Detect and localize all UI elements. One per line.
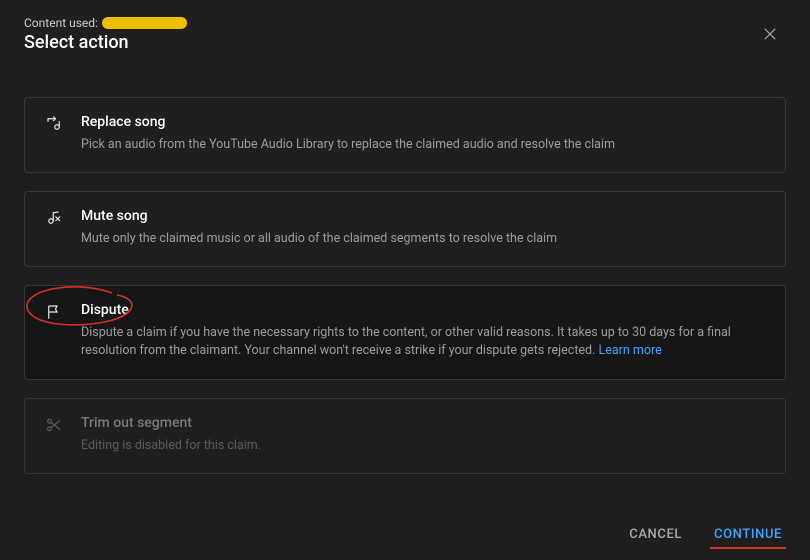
- content-used-line: Content used:: [24, 16, 786, 30]
- option-body: Mute song Mute only the claimed music or…: [81, 208, 765, 248]
- option-dispute[interactable]: Dispute Dispute a claim if you have the …: [24, 285, 786, 379]
- option-title: Mute song: [81, 208, 765, 224]
- option-desc: Mute only the claimed music or all audio…: [81, 230, 765, 248]
- scissors-icon: [45, 415, 65, 455]
- flag-icon: [45, 302, 65, 360]
- options-list: Replace song Pick an audio from the YouT…: [24, 97, 786, 474]
- select-action-dialog: Content used: Select action: [0, 0, 810, 560]
- hand-drawn-underline-mark: [710, 547, 786, 549]
- continue-label: CONTINUE: [714, 527, 782, 542]
- mute-icon: [45, 208, 65, 248]
- option-title: Dispute: [81, 302, 765, 318]
- replace-icon: [45, 114, 65, 154]
- option-replace-song[interactable]: Replace song Pick an audio from the YouT…: [24, 97, 786, 173]
- dialog-header: Content used: Select action: [24, 16, 786, 77]
- cancel-button[interactable]: CANCEL: [625, 521, 686, 548]
- option-body: Trim out segment Editing is disabled for…: [81, 415, 765, 455]
- option-body: Dispute Dispute a claim if you have the …: [81, 302, 765, 360]
- option-trim-segment: Trim out segment Editing is disabled for…: [24, 398, 786, 474]
- close-button[interactable]: [758, 24, 782, 48]
- learn-more-link[interactable]: Learn more: [599, 343, 662, 358]
- option-desc: Dispute a claim if you have the necessar…: [81, 324, 765, 360]
- option-desc: Pick an audio from the YouTube Audio Lib…: [81, 136, 765, 154]
- option-title: Trim out segment: [81, 415, 765, 431]
- continue-button[interactable]: CONTINUE: [710, 521, 786, 548]
- content-used-redacted: [102, 17, 187, 29]
- dialog-title: Select action: [24, 32, 786, 53]
- dialog-footer: CANCEL CONTINUE: [625, 521, 786, 548]
- option-mute-song[interactable]: Mute song Mute only the claimed music or…: [24, 191, 786, 267]
- option-desc: Editing is disabled for this claim.: [81, 437, 765, 455]
- content-used-label: Content used:: [24, 16, 98, 30]
- option-body: Replace song Pick an audio from the YouT…: [81, 114, 765, 154]
- option-title: Replace song: [81, 114, 765, 130]
- close-icon: [761, 25, 779, 47]
